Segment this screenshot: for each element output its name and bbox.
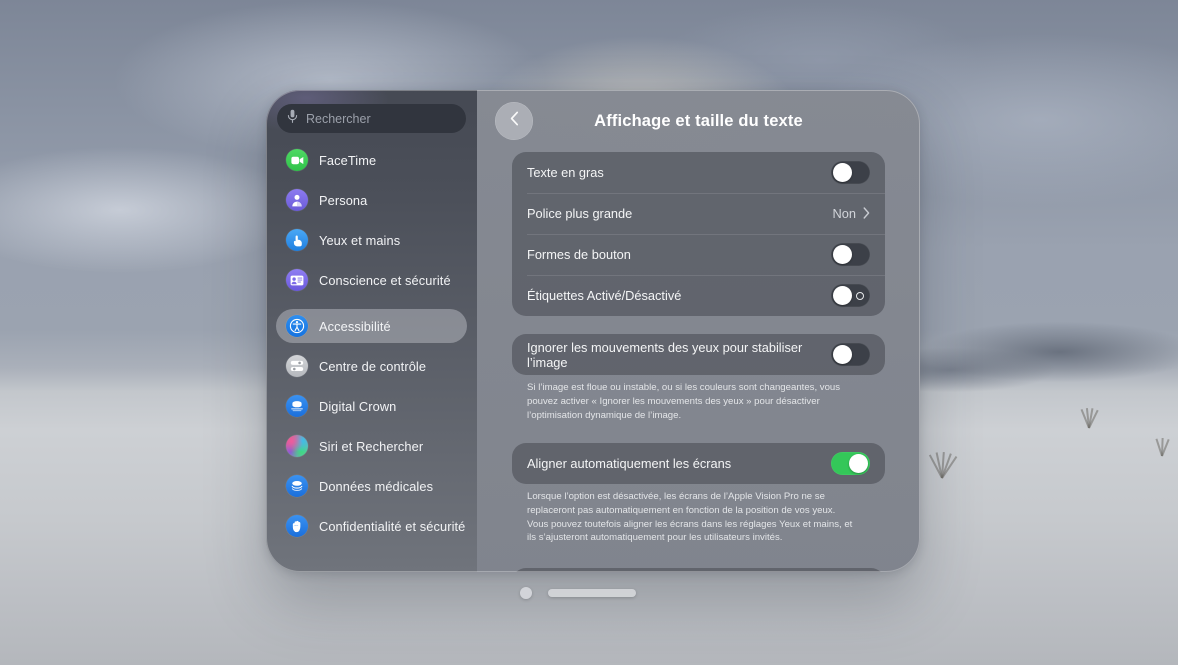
main-panel: Affichage et taille du texte Texte en gr… xyxy=(477,90,920,572)
sidebar-item-accessibility[interactable]: Accessibilité xyxy=(276,309,467,343)
row-auto-align-displays[interactable]: Aligner automatiquement les écrans xyxy=(512,443,885,484)
sidebar-item-label: FaceTime xyxy=(319,152,377,168)
eye-motion-note: Si l’image est floue ou instable, ou si … xyxy=(527,382,841,421)
auto-align-displays-toggle[interactable] xyxy=(831,451,870,475)
sidebar-item-label: Yeux et mains xyxy=(319,232,401,248)
row-label: Ignorer les mouvements des yeux pour sta… xyxy=(527,339,803,370)
page-title: Affichage et taille du texte xyxy=(594,111,803,130)
sidebar-item-awareness[interactable]: Conscience et sécurité xyxy=(276,263,467,297)
search-input[interactable]: Rechercher xyxy=(277,104,466,133)
ignore-eye-movements-toggle[interactable] xyxy=(831,343,870,366)
sidebar-item-control-center[interactable]: Centre de contrôle xyxy=(276,349,467,383)
window-controls xyxy=(520,587,636,599)
chevron-left-icon xyxy=(510,111,519,131)
row-button-shapes[interactable]: Formes de bouton xyxy=(512,234,885,275)
sidebar-item-label: Persona xyxy=(319,192,368,208)
facetime-icon xyxy=(286,149,308,171)
settings-window: Rechercher FaceTime Persona Yeux et main… xyxy=(266,90,920,572)
sidebar-item-eyes-and-hands[interactable]: Yeux et mains xyxy=(276,223,467,257)
sidebar-item-label: Siri et Rechercher xyxy=(319,438,424,454)
row-label: Formes de bouton xyxy=(527,247,631,262)
sidebar-item-label: Accessibilité xyxy=(319,318,391,334)
siri-icon xyxy=(286,435,308,457)
bold-text-toggle[interactable] xyxy=(831,161,870,184)
auto-align-group: Aligner automatiquement les écrans xyxy=(512,442,885,484)
privacy-hand-icon xyxy=(286,515,308,537)
panel-header: Affichage et taille du texte xyxy=(477,90,920,152)
sidebar-item-label: Données médicales xyxy=(319,478,434,494)
toggle-knob xyxy=(833,345,852,364)
row-bold-text[interactable]: Texte en gras xyxy=(512,152,885,193)
sidebar-item-facetime[interactable]: FaceTime xyxy=(276,143,467,177)
control-center-icon xyxy=(286,355,308,377)
toggle-knob xyxy=(833,286,852,305)
sidebar-item-siri[interactable]: Siri et Rechercher xyxy=(276,429,467,463)
row-label: Police plus grande xyxy=(527,206,633,221)
toggle-knob xyxy=(833,245,852,264)
toggle-knob xyxy=(849,453,868,473)
row-larger-text[interactable]: Police plus grande Non xyxy=(512,193,885,234)
sidebar-item-label: Conscience et sécurité xyxy=(319,272,451,288)
sidebar-item-label: Confidentialité et sécurité xyxy=(319,518,466,534)
sidebar-item-digital-crown[interactable]: Digital Crown xyxy=(276,389,467,423)
row-value: Non xyxy=(832,206,856,221)
window-resize-handle[interactable] xyxy=(548,589,636,597)
eye-motion-group: Ignorer les mouvements des yeux pour sta… xyxy=(512,334,885,375)
sidebar: Rechercher FaceTime Persona Yeux et main… xyxy=(266,90,477,572)
on-off-labels-toggle[interactable] xyxy=(831,284,870,307)
eyes-and-hands-icon xyxy=(286,229,308,251)
row-on-off-labels[interactable]: Étiquettes Activé/Désactivé xyxy=(512,275,885,316)
sidebar-item-label: Digital Crown xyxy=(319,398,397,414)
accessibility-icon xyxy=(286,315,308,337)
sidebar-item-privacy[interactable]: Confidentialité et sécurité xyxy=(276,509,467,543)
row-label: Étiquettes Activé/Désactivé xyxy=(527,288,682,303)
sidebar-item-health[interactable]: Données médicales xyxy=(276,469,467,503)
sidebar-item-persona[interactable]: Persona xyxy=(276,183,467,217)
digital-crown-icon xyxy=(286,395,308,417)
next-settings-group-partial xyxy=(512,568,885,572)
auto-align-note: Lorsque l’option est désactivée, les écr… xyxy=(527,490,853,544)
persona-icon xyxy=(286,189,308,211)
row-ignore-eye-movements[interactable]: Ignorer les mouvements des yeux pour sta… xyxy=(512,334,885,375)
chevron-right-icon xyxy=(863,206,870,221)
search-placeholder: Rechercher xyxy=(306,111,371,126)
row-label: Texte en gras xyxy=(527,165,604,180)
health-icon xyxy=(286,475,308,497)
back-button[interactable] xyxy=(495,102,533,140)
button-shapes-toggle[interactable] xyxy=(831,243,870,266)
close-window-button[interactable] xyxy=(520,587,532,599)
row-label: Aligner automatiquement les écrans xyxy=(527,455,732,471)
microphone-icon xyxy=(287,109,298,129)
awareness-icon xyxy=(286,269,308,291)
toggle-off-mark-icon xyxy=(856,291,864,300)
toggle-knob xyxy=(833,163,852,182)
sidebar-item-label: Centre de contrôle xyxy=(319,358,427,374)
display-settings-group: Texte en gras Police plus grande Non For… xyxy=(512,152,885,316)
